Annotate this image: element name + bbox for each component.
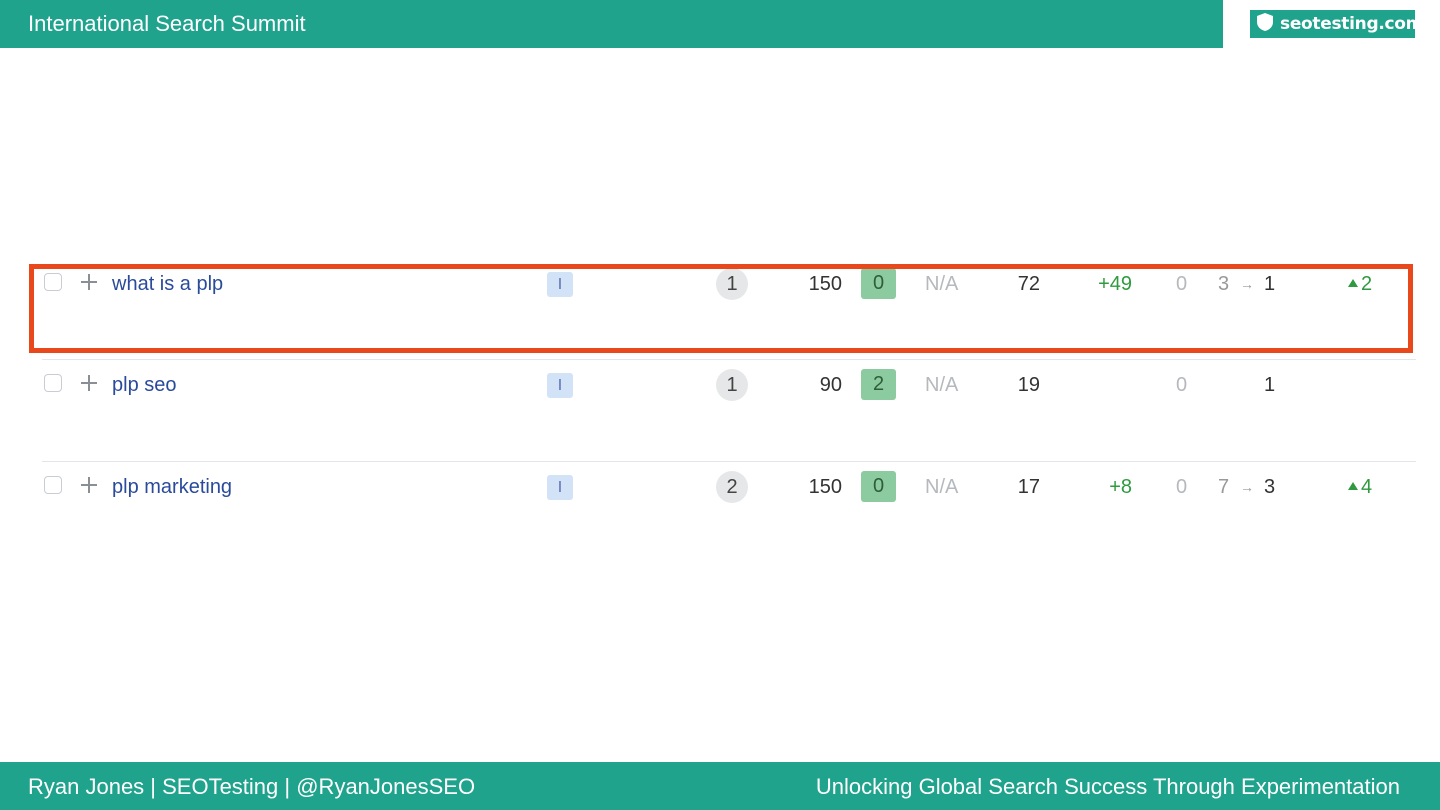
kd-badge: 0 — [861, 471, 896, 502]
zero-value: 0 — [1176, 374, 1188, 396]
arrow-right-icon: → — [1240, 479, 1254, 495]
traffic-value: 19 — [1017, 374, 1040, 396]
cpc-value: N/A — [925, 374, 959, 396]
keyword-link[interactable]: plp marketing — [112, 474, 232, 500]
row-checkbox[interactable] — [44, 374, 62, 392]
plus-icon[interactable] — [78, 372, 100, 394]
volume-value: 90 — [819, 374, 842, 396]
footer-bar: Ryan Jones | SEOTesting | @RyanJonesSEO … — [0, 762, 1440, 810]
footer-tagline: Unlocking Global Search Success Through … — [815, 774, 1400, 799]
header-bar: International Search Summit — [0, 0, 1223, 48]
logo-text: seotesting.com — [1280, 14, 1424, 34]
highlight-box — [29, 264, 1413, 353]
shield-icon — [1256, 12, 1274, 37]
table-row: plp seo I 1 90 2 N/A 19 0 1 — [0, 359, 1440, 459]
slide-title: International Search Summit — [28, 11, 306, 36]
zero-value: 0 — [1176, 476, 1188, 498]
row-checkbox[interactable] — [44, 476, 62, 494]
keyword-link[interactable]: plp seo — [112, 372, 177, 398]
plus-icon[interactable] — [78, 474, 100, 496]
position-badge: 2 — [716, 471, 748, 503]
kd-badge: 2 — [861, 369, 896, 400]
rank-delta-value: 4 — [1361, 476, 1373, 498]
intent-badge: I — [547, 475, 573, 500]
current-rank: 3 — [1264, 476, 1276, 498]
table-row: plp marketing I 2 150 0 N/A 17 +8 0 7 → … — [0, 461, 1440, 561]
seotesting-logo: seotesting.com — [1250, 10, 1423, 38]
triangle-up-icon — [1348, 482, 1358, 490]
intent-badge: I — [547, 373, 573, 398]
volume-value: 150 — [808, 476, 842, 498]
traffic-value: 17 — [1017, 476, 1040, 498]
previous-rank: 7 — [1218, 476, 1230, 498]
traffic-change: +8 — [1109, 476, 1132, 498]
cpc-value: N/A — [925, 476, 959, 498]
current-rank: 1 — [1264, 374, 1276, 396]
footer-author: Ryan Jones | SEOTesting | @RyanJonesSEO — [28, 774, 476, 799]
rank-delta: 4 — [1348, 474, 1372, 500]
position-badge: 1 — [716, 369, 748, 401]
